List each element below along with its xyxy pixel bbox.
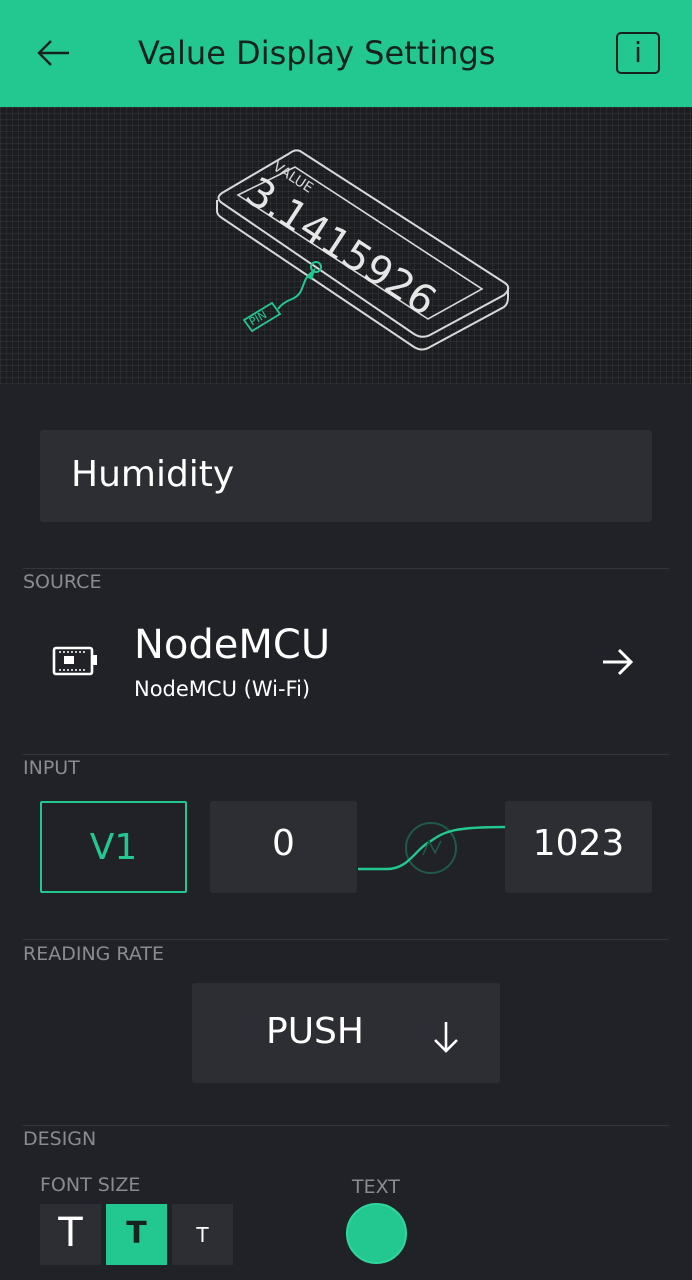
font-size-large-glyph: T [58, 1210, 83, 1256]
arrow-right-icon[interactable] [600, 644, 636, 680]
arrow-down-icon [434, 1022, 458, 1053]
font-size-medium-glyph: T [126, 1216, 147, 1251]
input-max-value: 1023 [532, 823, 625, 864]
input-min-field[interactable]: 0 [210, 801, 357, 893]
font-size-large-button[interactable]: T [40, 1204, 101, 1265]
font-size-medium-button[interactable]: T [106, 1204, 167, 1265]
reading-rate-dropdown[interactable]: PUSH [192, 983, 500, 1083]
source-section-label: SOURCE [23, 571, 102, 593]
widget-name-value: Humidity [71, 454, 235, 495]
source-device-selector[interactable] [0, 604, 692, 724]
value-display-illustration: VALUE 3.1415926 PIN [216, 149, 510, 351]
device-name: NodeMCU [134, 622, 331, 668]
widget-preview: VALUE 3.1415926 PIN [0, 107, 692, 384]
divider [23, 1125, 669, 1126]
reading-rate-value: PUSH [266, 1011, 364, 1052]
page-title: Value Display Settings [138, 34, 496, 72]
device-type: NodeMCU (Wi-Fi) [134, 677, 311, 701]
reading-rate-section-label: READING RATE [23, 943, 164, 965]
text-color-swatch[interactable] [346, 1203, 407, 1264]
divider [23, 754, 669, 755]
design-section-label: DESIGN [23, 1128, 97, 1150]
pin-selector[interactable]: V1 [40, 801, 187, 893]
input-min-value: 0 [272, 823, 295, 864]
divider [23, 568, 669, 569]
widget-name-input[interactable]: Humidity [40, 430, 652, 522]
app-header: Value Display Settings i [0, 0, 692, 107]
input-section-label: INPUT [23, 757, 80, 779]
range-mapping-icon [358, 822, 505, 874]
preview-pin-label: PIN [247, 308, 269, 328]
info-icon-label: i [634, 36, 642, 69]
input-max-field[interactable]: 1023 [505, 801, 652, 893]
info-icon[interactable]: i [616, 32, 660, 74]
board-icon [52, 646, 97, 676]
font-size-label: FONT SIZE [40, 1174, 141, 1196]
preview-value-text: 3.1415926 [238, 169, 444, 325]
font-size-small-glyph: T [196, 1223, 209, 1247]
text-color-label: TEXT [352, 1176, 400, 1198]
font-size-small-button[interactable]: T [172, 1204, 233, 1265]
arrow-left-icon[interactable] [33, 33, 73, 73]
divider [23, 939, 669, 940]
pin-value: V1 [89, 827, 138, 868]
